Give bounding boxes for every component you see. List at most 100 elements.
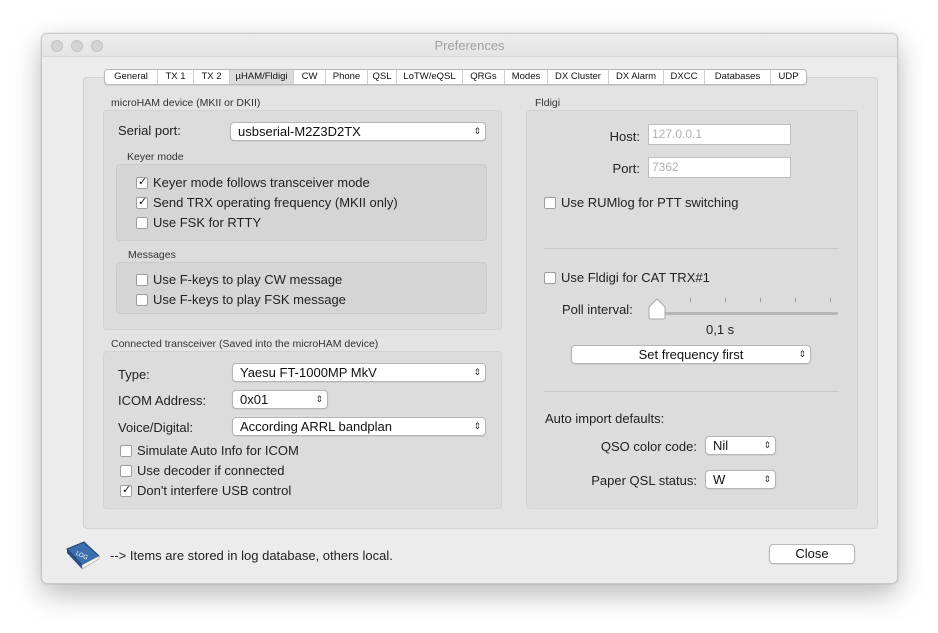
rumlog-ptt-checkbox[interactable]: Use RUMlog for PTT switching — [544, 195, 738, 210]
tab-6[interactable]: QSL — [368, 70, 397, 84]
window-title: Preferences — [434, 38, 505, 53]
qso-color-value: Nil — [713, 438, 729, 453]
separator — [544, 248, 839, 249]
checkbox-icon[interactable] — [120, 464, 132, 477]
checkmark-icon: ✓ — [122, 483, 132, 496]
checkbox-icon[interactable] — [136, 216, 148, 229]
microham-group-title: microHAM device (MKII or DKII) — [111, 97, 261, 109]
frequency-mode-value: Set frequency first — [638, 347, 744, 362]
tab-10[interactable]: DX Cluster — [548, 70, 609, 84]
transceiver-type-select[interactable]: Yaesu FT-1000MP MkV ⇕ — [232, 363, 486, 382]
tab-2[interactable]: TX 2 — [194, 70, 230, 84]
tab-7[interactable]: LoTW/eQSL — [397, 70, 463, 84]
checkbox-icon[interactable] — [136, 273, 148, 286]
tab-9[interactable]: Modes — [505, 70, 548, 84]
message-checkbox-1[interactable]: Use F-keys to play FSK message — [136, 292, 346, 307]
message-label-0: Use F-keys to play CW message — [153, 272, 343, 287]
tab-13[interactable]: Databases — [705, 70, 771, 84]
updown-chevron-icon: ⇕ — [473, 367, 481, 377]
updown-chevron-icon: ⇕ — [315, 394, 323, 404]
message-label-1: Use F-keys to play FSK message — [153, 292, 346, 307]
keyer-mode-checkbox-1[interactable]: ✓ Send TRX operating frequency (MKII only… — [136, 195, 398, 210]
tab-8[interactable]: QRGs — [463, 70, 505, 84]
footer-note: --> Items are stored in log database, ot… — [110, 548, 393, 563]
icom-address-value: 0x01 — [240, 392, 269, 407]
updown-chevron-icon: ⇕ — [473, 126, 481, 136]
poll-interval-value: 0,1 s — [706, 322, 735, 337]
host-field[interactable]: 127.0.0.1 — [648, 124, 791, 145]
fldigi-cat-label: Use Fldigi for CAT TRX#1 — [561, 270, 710, 285]
tab-12[interactable]: DXCC — [664, 70, 705, 84]
checkmark-icon: ✓ — [138, 175, 148, 188]
keyer-mode-title: Keyer mode — [127, 151, 184, 163]
keyer-mode-label-0: Keyer mode follows transceiver mode — [153, 175, 370, 190]
fldigi-group-title: Fldigi — [535, 97, 561, 109]
icom-address-stepper[interactable]: 0x01 ⇕ — [232, 390, 328, 409]
keyer-mode-checkbox-2[interactable]: Use FSK for RTTY — [136, 215, 261, 230]
updown-chevron-icon: ⇕ — [473, 421, 481, 431]
voice-digital-value: According ARRL bandplan — [240, 419, 393, 434]
serial-port-value: usbserial-M2Z3D2TX — [238, 124, 361, 139]
tab-4[interactable]: CW — [294, 70, 326, 84]
transceiver-option-checkbox-1[interactable]: Use decoder if connected — [120, 463, 284, 478]
icom-address-label: ICOM Address: — [118, 393, 207, 408]
transceiver-option-checkbox-2[interactable]: ✓ Don't interfere USB control — [120, 483, 291, 498]
keyer-mode-label-2: Use FSK for RTTY — [153, 215, 262, 230]
voice-digital-label: Voice/Digital: — [118, 420, 194, 435]
tab-11[interactable]: DX Alarm — [609, 70, 664, 84]
preferences-window: Preferences General TX 1 TX 2 µHAM/Fldigi CW… — [41, 33, 898, 584]
checkmark-icon: ✓ — [138, 195, 148, 208]
title-bar: Preferences — [42, 34, 897, 57]
qso-color-select[interactable]: Nil ⇕ — [705, 436, 776, 455]
serial-port-select[interactable]: usbserial-M2Z3D2TX ⇕ — [230, 122, 486, 141]
type-label: Type: — [118, 367, 150, 382]
close-button[interactable]: Close — [769, 544, 855, 564]
checkbox-icon[interactable]: ✓ — [120, 483, 132, 497]
slider-tick — [760, 298, 761, 302]
message-checkbox-0[interactable]: Use F-keys to play CW message — [136, 272, 342, 287]
transceiver-option-checkbox-0[interactable]: Simulate Auto Info for ICOM — [120, 443, 299, 458]
poll-interval-slider[interactable] — [650, 312, 838, 315]
checkbox-icon[interactable] — [136, 293, 148, 306]
paper-qsl-label: Paper QSL status: — [591, 473, 697, 488]
tab-3[interactable]: µHAM/Fldigi — [230, 70, 294, 84]
paper-qsl-value: W — [713, 472, 726, 487]
checkbox-icon[interactable] — [544, 271, 556, 284]
paper-qsl-select[interactable]: W ⇕ — [705, 470, 776, 489]
serial-port-label: Serial port: — [118, 123, 181, 138]
log-book-icon: LOG — [66, 541, 100, 570]
fldigi-cat-checkbox[interactable]: Use Fldigi for CAT TRX#1 — [544, 270, 710, 285]
separator — [544, 391, 839, 392]
keyer-mode-label-1: Send TRX operating frequency (MKII only) — [153, 195, 398, 210]
transceiver-option-label-1: Use decoder if connected — [137, 463, 285, 478]
tab-1[interactable]: TX 1 — [158, 70, 194, 84]
rumlog-ptt-label: Use RUMlog for PTT switching — [561, 195, 739, 210]
tab-0[interactable]: General — [105, 70, 158, 84]
transceiver-option-label-0: Simulate Auto Info for ICOM — [137, 443, 299, 458]
auto-import-label: Auto import defaults: — [545, 411, 665, 426]
checkbox-icon[interactable] — [544, 196, 556, 209]
transceiver-group-title: Connected transceiver (Saved into the mi… — [111, 338, 379, 350]
tab-14[interactable]: UDP — [771, 70, 806, 84]
keyer-mode-checkbox-0[interactable]: ✓ Keyer mode follows transceiver mode — [136, 175, 370, 190]
checkbox-icon[interactable]: ✓ — [136, 195, 148, 209]
updown-chevron-icon: ⇕ — [763, 474, 771, 484]
tab-5[interactable]: Phone — [326, 70, 368, 84]
slider-tick — [725, 298, 726, 302]
slider-knob[interactable] — [647, 298, 667, 320]
qso-color-label: QSO color code: — [600, 439, 697, 454]
port-field[interactable]: 7362 — [648, 157, 791, 178]
transceiver-type-value: Yaesu FT-1000MP MkV — [240, 365, 377, 380]
messages-title: Messages — [128, 249, 176, 261]
checkbox-icon[interactable] — [120, 444, 132, 457]
voice-digital-select[interactable]: According ARRL bandplan ⇕ — [232, 417, 486, 436]
host-label: Host: — [609, 129, 640, 144]
port-label: Port: — [612, 161, 640, 176]
updown-chevron-icon: ⇕ — [763, 440, 771, 450]
slider-tick — [690, 298, 691, 302]
updown-chevron-icon: ⇕ — [798, 349, 806, 359]
checkbox-icon[interactable]: ✓ — [136, 175, 148, 189]
poll-interval-label: Poll interval: — [562, 302, 633, 317]
frequency-mode-select[interactable]: Set frequency first ⇕ — [571, 345, 811, 364]
slider-tick — [795, 298, 796, 302]
